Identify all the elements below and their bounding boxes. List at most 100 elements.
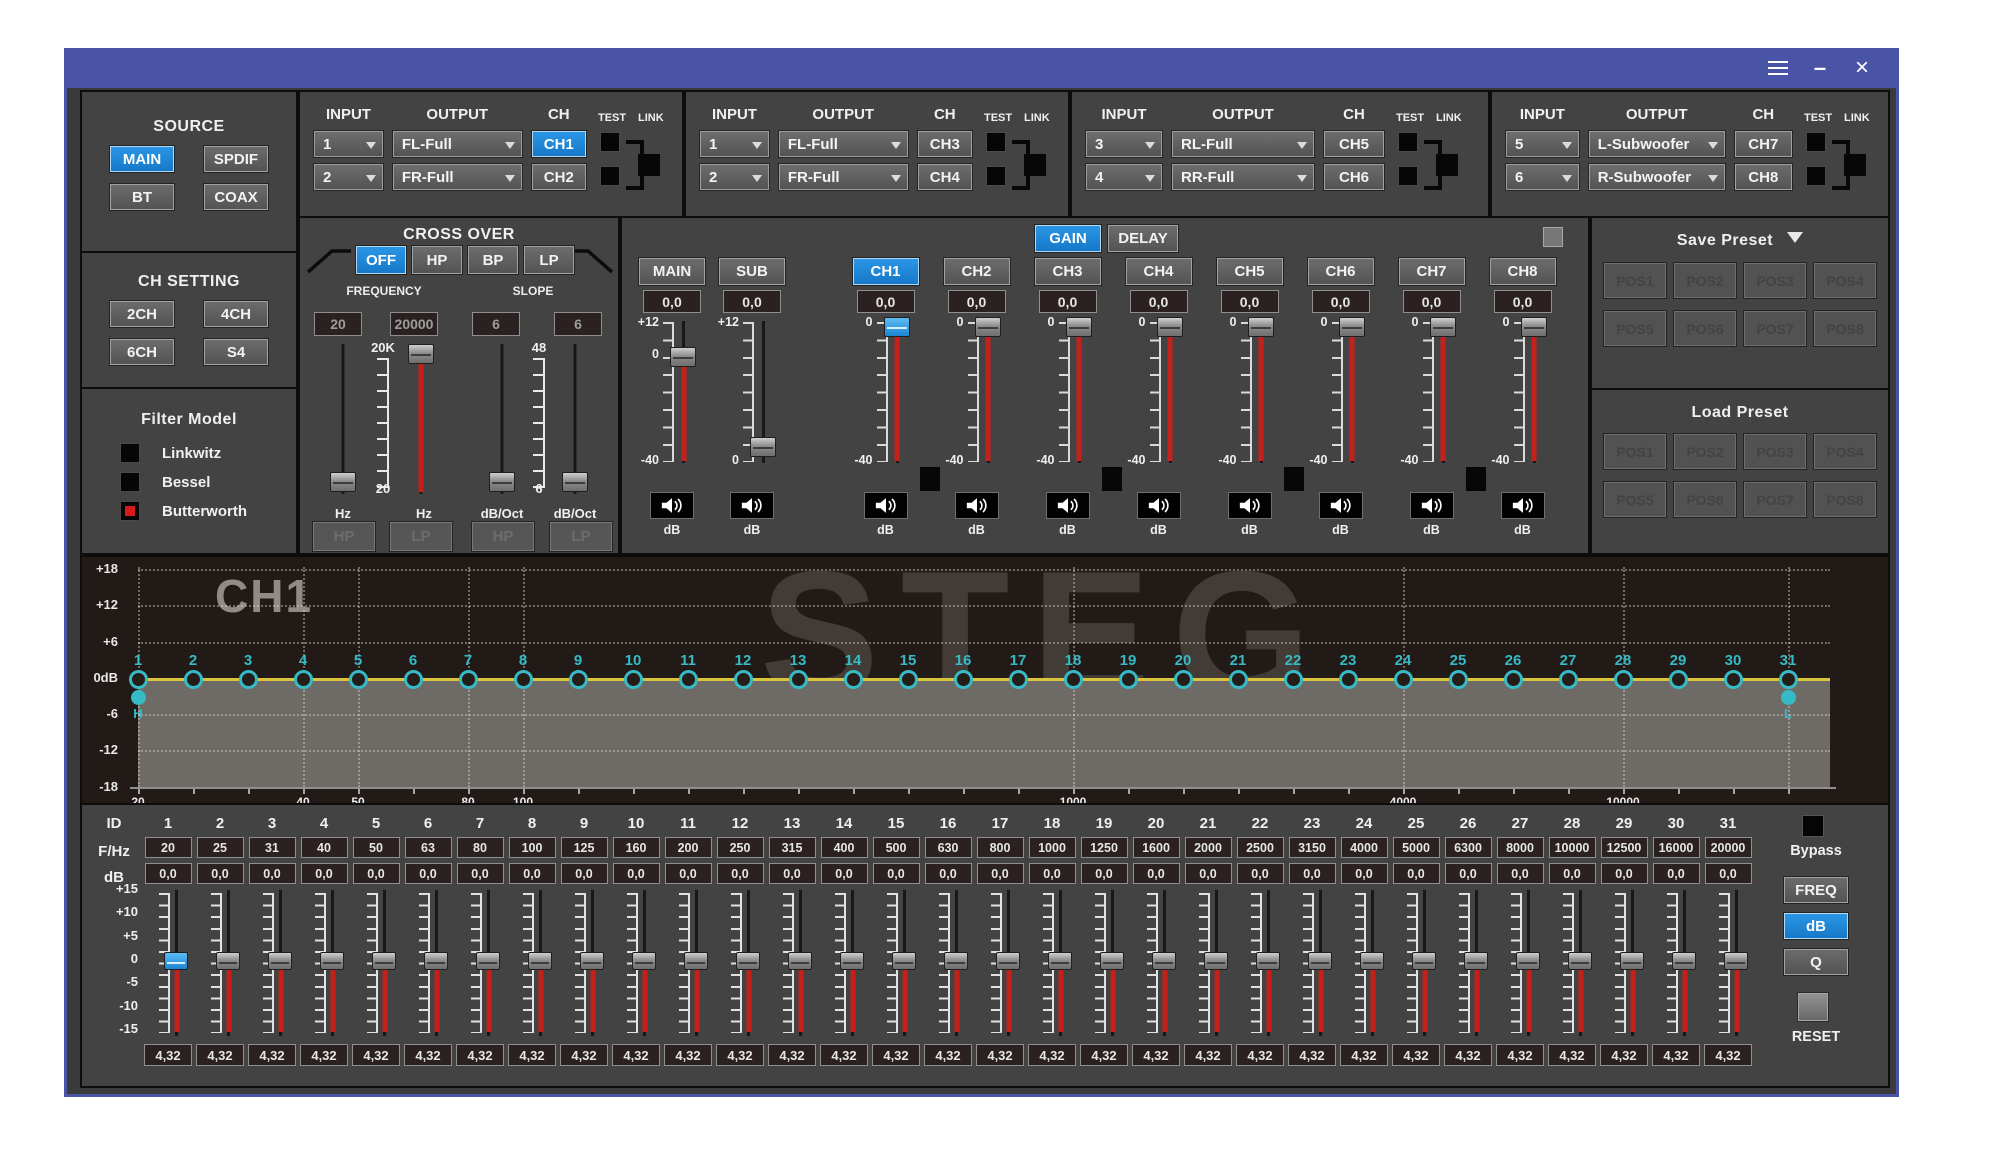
gain-fader-ch3[interactable]: 0-40	[1035, 317, 1101, 467]
mute-button-ch6[interactable]	[1319, 492, 1363, 519]
load-preset-pos4[interactable]: POS4	[1814, 434, 1876, 469]
eq-plot[interactable]: STEG CH1 1234567891011121314151617181920…	[120, 557, 1860, 803]
eq-band-q[interactable]: 4,32	[508, 1044, 556, 1066]
fader-handle[interactable]	[164, 952, 188, 970]
fader-handle[interactable]	[1464, 952, 1488, 970]
gain-value-ch1[interactable]: 0,0	[857, 290, 915, 313]
eq-band-fader[interactable]	[1546, 888, 1598, 1038]
eq-band-q[interactable]: 4,32	[768, 1044, 816, 1066]
channel-button-ch4[interactable]: CH4	[918, 164, 972, 190]
eq-band-freq[interactable]: 800	[977, 837, 1024, 858]
fader-handle[interactable]	[1360, 952, 1384, 970]
eq-band-fader[interactable]	[974, 888, 1026, 1038]
fader-handle[interactable]	[750, 437, 776, 457]
gain-channel-button-sub[interactable]: SUB	[719, 258, 785, 285]
eq-band-q[interactable]: 4,32	[352, 1044, 400, 1066]
eq-point[interactable]	[954, 670, 973, 689]
eq-point[interactable]	[404, 670, 423, 689]
eq-band-q[interactable]: 4,32	[1652, 1044, 1700, 1066]
fader-handle[interactable]	[788, 952, 812, 970]
channel-button-ch6[interactable]: CH6	[1324, 164, 1384, 190]
fader-handle[interactable]	[1412, 952, 1436, 970]
output-select[interactable]: L-Subwoofer	[1589, 131, 1725, 157]
gain-panel-checkbox[interactable]	[1543, 227, 1563, 247]
gain-channel-button-ch2[interactable]: CH2	[944, 258, 1010, 285]
eq-band-q[interactable]: 4,32	[196, 1044, 244, 1066]
eq-band-q[interactable]: 4,32	[1236, 1044, 1284, 1066]
eq-band-freq[interactable]: 400	[821, 837, 868, 858]
eq-point[interactable]	[1064, 670, 1083, 689]
save-preset-pos5[interactable]: POS5	[1604, 311, 1666, 346]
eq-band-fader[interactable]	[1130, 888, 1182, 1038]
eq-band-db[interactable]: 0,0	[1029, 863, 1076, 884]
eq-band-freq[interactable]: 25	[197, 837, 244, 858]
slider-handle[interactable]	[562, 472, 588, 492]
fader-handle[interactable]	[1724, 952, 1748, 970]
mute-button-ch2[interactable]	[955, 492, 999, 519]
eq-band-freq[interactable]: 1250	[1081, 837, 1128, 858]
input-select[interactable]: 2	[700, 164, 769, 190]
eq-band-freq[interactable]: 20	[145, 837, 192, 858]
mode-button-freq[interactable]: FREQ	[1784, 877, 1848, 903]
mode-button-q[interactable]: Q	[1784, 949, 1848, 975]
fader-handle[interactable]	[1248, 317, 1274, 337]
fader-handle[interactable]	[944, 952, 968, 970]
eq-band-freq[interactable]: 200	[665, 837, 712, 858]
link-connector-icon[interactable]	[1830, 130, 1878, 200]
slider-handle[interactable]	[489, 472, 515, 492]
eq-band-freq[interactable]: 2500	[1237, 837, 1284, 858]
eq-band-q[interactable]: 4,32	[1132, 1044, 1180, 1066]
output-select[interactable]: FL-Full	[393, 131, 522, 157]
eq-band-q[interactable]: 4,32	[560, 1044, 608, 1066]
minimize-icon[interactable]: –	[1803, 48, 1837, 88]
fader-handle[interactable]	[632, 952, 656, 970]
eq-band-freq[interactable]: 315	[769, 837, 816, 858]
eq-band-fader[interactable]	[402, 888, 454, 1038]
eq-band-db[interactable]: 0,0	[1497, 863, 1544, 884]
eq-band-fader[interactable]	[1650, 888, 1702, 1038]
eq-band-freq[interactable]: 20000	[1705, 837, 1752, 858]
eq-band-q[interactable]: 4,32	[716, 1044, 764, 1066]
eq-band-db[interactable]: 0,0	[769, 863, 816, 884]
fader-handle[interactable]	[1620, 952, 1644, 970]
gain-value-main[interactable]: 0,0	[643, 290, 701, 313]
fader-handle[interactable]	[1516, 952, 1540, 970]
mute-button-ch5[interactable]	[1228, 492, 1272, 519]
fader-handle[interactable]	[840, 952, 864, 970]
eq-band-q[interactable]: 4,32	[300, 1044, 348, 1066]
mute-button-ch8[interactable]	[1501, 492, 1545, 519]
gain-fader-ch7[interactable]: 0-40	[1399, 317, 1465, 467]
eq-band-db[interactable]: 0,0	[405, 863, 452, 884]
fader-handle[interactable]	[1521, 317, 1547, 337]
eq-band-db[interactable]: 0,0	[613, 863, 660, 884]
test-checkbox[interactable]	[986, 166, 1006, 186]
mute-button-sub[interactable]	[730, 492, 774, 519]
gain-fader-ch4[interactable]: 0-40	[1126, 317, 1192, 467]
eq-band-fader[interactable]	[662, 888, 714, 1038]
slider-handle[interactable]	[330, 472, 356, 492]
eq-band-db[interactable]: 0,0	[1185, 863, 1232, 884]
fader-handle[interactable]	[1157, 317, 1183, 337]
hp-slope-value[interactable]: 6	[472, 312, 520, 336]
fader-handle[interactable]	[884, 317, 910, 337]
link-connector-icon[interactable]	[624, 130, 672, 200]
eq-band-q[interactable]: 4,32	[144, 1044, 192, 1066]
fader-handle[interactable]	[580, 952, 604, 970]
save-preset-pos7[interactable]: POS7	[1744, 311, 1806, 346]
gain-value-ch7[interactable]: 0,0	[1403, 290, 1461, 313]
eq-band-db[interactable]: 0,0	[1653, 863, 1700, 884]
eq-band-q[interactable]: 4,32	[1392, 1044, 1440, 1066]
gain-channel-button-ch1[interactable]: CH1	[853, 258, 919, 285]
gain-channel-button-ch8[interactable]: CH8	[1490, 258, 1556, 285]
eq-band-db[interactable]: 0,0	[509, 863, 556, 884]
eq-band-freq[interactable]: 31	[249, 837, 296, 858]
ch-setting-button-2ch[interactable]: 2CH	[110, 301, 174, 327]
mode-button-db[interactable]: dB	[1784, 913, 1848, 939]
eq-band-fader[interactable]	[766, 888, 818, 1038]
eq-band-freq[interactable]: 4000	[1341, 837, 1388, 858]
eq-point[interactable]	[734, 670, 753, 689]
gain-channel-button-ch5[interactable]: CH5	[1217, 258, 1283, 285]
eq-band-fader[interactable]	[1494, 888, 1546, 1038]
input-select[interactable]: 2	[314, 164, 383, 190]
eq-band-db[interactable]: 0,0	[717, 863, 764, 884]
